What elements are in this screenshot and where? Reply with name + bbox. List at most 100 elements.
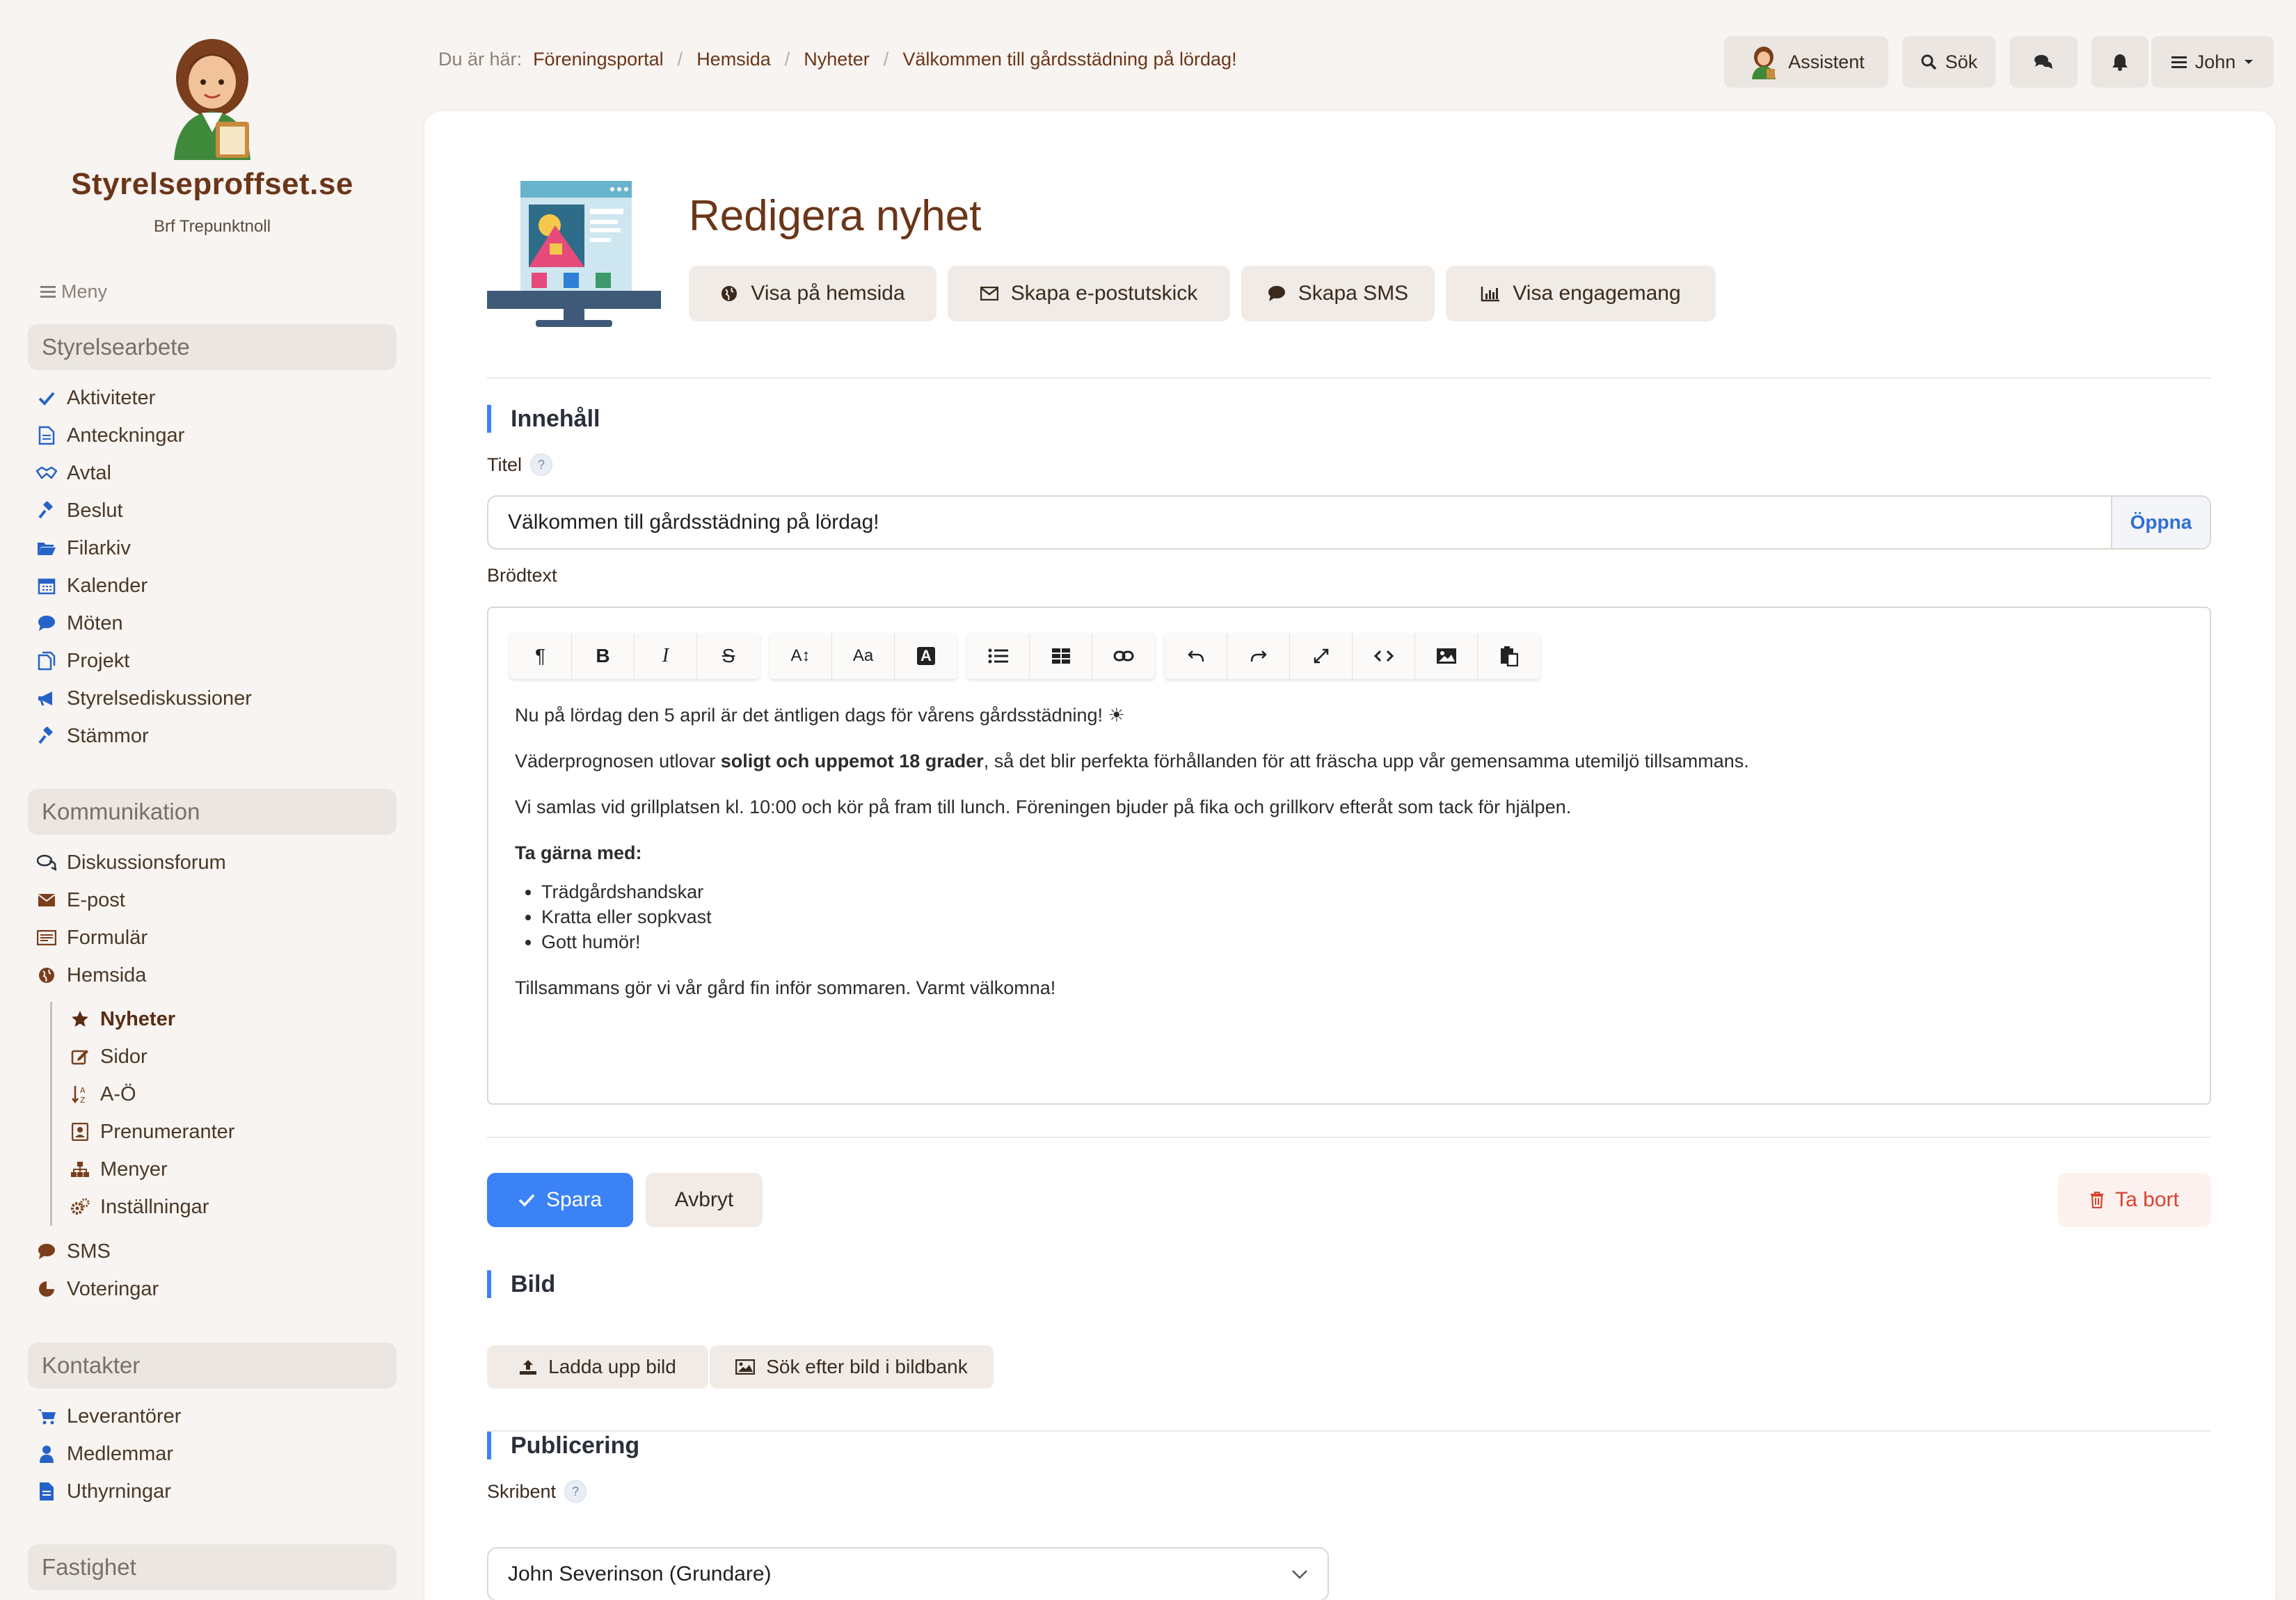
sidebar-item-label: Diskussionsforum — [67, 851, 226, 874]
user-menu-button[interactable]: John — [2151, 36, 2274, 88]
sidebar-item-uthyrningar[interactable]: Uthyrningar — [36, 1476, 171, 1507]
save-button[interactable]: Spara — [487, 1173, 633, 1227]
section-kontakter[interactable]: Kontakter — [28, 1343, 397, 1389]
brand-name[interactable]: Styrelseproffset.se — [0, 167, 424, 202]
toolbar-group-list — [967, 633, 1155, 679]
table-icon[interactable] — [1030, 633, 1092, 679]
view-on-site-button[interactable]: Visa på hemsida — [689, 266, 936, 321]
sidebar-item-sms[interactable]: SMS — [36, 1236, 111, 1267]
section-styrelsearbete[interactable]: Styrelsearbete — [28, 324, 397, 370]
messages-button[interactable] — [2009, 36, 2078, 88]
chat-bubble-icon — [36, 1241, 57, 1262]
breadcrumb-item-hemsida[interactable]: Hemsida — [696, 49, 771, 70]
image-section-title: Bild — [487, 1270, 555, 1298]
bell-icon — [2112, 54, 2128, 71]
assistant-button[interactable]: Assistent — [1724, 36, 1888, 88]
delete-button[interactable]: Ta bort — [2058, 1173, 2211, 1227]
open-button[interactable]: Öppna — [2111, 497, 2210, 548]
bold-icon[interactable]: B — [572, 633, 635, 679]
upload-image-button[interactable]: Ladda upp bild — [487, 1345, 708, 1389]
list-item: Gott humör! — [541, 929, 2171, 954]
author-label-row: Skribent ? — [487, 1480, 587, 1503]
sidebar-item-formular[interactable]: Formulär — [36, 922, 148, 953]
help-icon[interactable]: ? — [564, 1480, 587, 1503]
sidebar-item-moten[interactable]: Möten — [36, 608, 123, 639]
text-color-icon[interactable]: A — [895, 633, 957, 679]
author-select[interactable]: John Severinson (Grundare) — [487, 1547, 1329, 1600]
sidebar-item-projekt[interactable]: Projekt — [36, 646, 129, 676]
sidebar-item-leverantorer[interactable]: Leverantörer — [36, 1401, 181, 1432]
font-family-icon[interactable]: Aa — [832, 633, 895, 679]
hamburger-icon — [40, 283, 56, 301]
sidebar-item-sidor[interactable]: Sidor — [70, 1041, 148, 1072]
assistant-label: Assistent — [1788, 51, 1865, 72]
section-fastighet[interactable]: Fastighet — [28, 1544, 397, 1590]
breadcrumb-item-foreningsportal[interactable]: Föreningsportal — [533, 49, 664, 70]
sidebar: Styrelseproffset.se Brf Trepunktnoll Men… — [0, 0, 424, 1600]
sidebar-item-prenumeranter[interactable]: Prenumeranter — [70, 1117, 234, 1147]
paragraph-icon[interactable]: ¶ — [509, 633, 572, 679]
fullscreen-icon[interactable] — [1290, 633, 1353, 679]
sidebar-item-label: Möten — [67, 611, 123, 634]
comments-icon — [36, 852, 57, 873]
title-input[interactable] — [488, 497, 2111, 548]
help-icon[interactable]: ? — [530, 454, 553, 476]
editor-content[interactable]: Nu på lördag den 5 april är det äntligen… — [515, 703, 2171, 1021]
code-icon[interactable] — [1353, 633, 1415, 679]
cart-icon — [36, 1406, 57, 1427]
list-icon[interactable] — [967, 633, 1030, 679]
section-kommunikation[interactable]: Kommunikation — [28, 789, 397, 835]
strikethrough-icon[interactable]: S — [697, 633, 760, 679]
sidebar-item-label: Aktiviteter — [67, 386, 156, 409]
breadcrumb-item-current: Välkommen till gårdsstädning på lördag! — [902, 49, 1237, 70]
mascot-logo[interactable] — [146, 28, 278, 160]
link-icon[interactable] — [1092, 633, 1155, 679]
sidebar-item-aktiviteter[interactable]: Aktiviteter — [36, 383, 155, 413]
sort-alpha-icon: AZ — [70, 1084, 90, 1105]
sidebar-item-beslut[interactable]: Beslut — [36, 495, 123, 526]
sidebar-item-kalender[interactable]: Kalender — [36, 570, 148, 601]
redo-icon[interactable] — [1227, 633, 1290, 679]
view-engagement-button[interactable]: Visa engagemang — [1446, 266, 1716, 321]
breadcrumb-separator: / — [677, 49, 683, 70]
sidebar-item-label: Projekt — [67, 649, 130, 672]
breadcrumb-item-nyheter[interactable]: Nyheter — [804, 49, 870, 70]
font-size-icon[interactable]: A↕ — [770, 633, 832, 679]
content-section-title: Innehåll — [487, 405, 600, 433]
sidebar-item-label: Uthyrningar — [67, 1480, 171, 1503]
sidebar-item-label: Prenumeranter — [100, 1120, 235, 1143]
create-sms-button[interactable]: Skapa SMS — [1241, 266, 1435, 321]
sidebar-item-medlemmar[interactable]: Medlemmar — [36, 1439, 173, 1469]
rich-text-editor[interactable]: ¶ B I S A↕ Aa A Nu på lördag den 5 april… — [487, 607, 2211, 1105]
sidebar-item-filarkiv[interactable]: Filarkiv — [36, 533, 131, 563]
notifications-button[interactable] — [2091, 36, 2148, 88]
cancel-button[interactable]: Avbryt — [646, 1173, 763, 1227]
sidebar-item-label: Filarkiv — [67, 536, 131, 559]
undo-icon[interactable] — [1165, 633, 1227, 679]
sidebar-item-epost[interactable]: E-post — [36, 885, 125, 915]
sidebar-item-voteringar[interactable]: Voteringar — [36, 1274, 159, 1304]
image-icon[interactable] — [1415, 633, 1478, 679]
megaphone-icon — [36, 688, 57, 709]
sidebar-item-avtal[interactable]: Avtal — [36, 458, 111, 488]
create-email-button[interactable]: Skapa e-postutskick — [948, 266, 1230, 321]
sidebar-item-anteckningar[interactable]: Anteckningar — [36, 420, 184, 451]
sidebar-item-nyheter[interactable]: Nyheter — [70, 1004, 175, 1034]
create-email-label: Skapa e-postutskick — [1010, 282, 1198, 305]
sidebar-item-stammor[interactable]: Stämmor — [36, 721, 149, 751]
sidebar-item-diskussionsforum[interactable]: Diskussionsforum — [36, 847, 226, 878]
menu-toggle[interactable]: Meny — [40, 281, 107, 303]
sidebar-item-menyer[interactable]: Menyer — [70, 1154, 168, 1185]
paste-icon[interactable] — [1478, 633, 1540, 679]
sidebar-item-label: Stämmor — [67, 724, 149, 747]
italic-icon[interactable]: I — [635, 633, 697, 679]
search-image-bank-label: Sök efter bild i bildbank — [766, 1356, 968, 1377]
search-button[interactable]: Sök — [1902, 36, 1995, 88]
sidebar-item-hemsida[interactable]: Hemsida — [36, 960, 146, 991]
sidebar-item-ao[interactable]: AZ A-Ö — [70, 1079, 136, 1110]
publish-section-title: Publicering — [487, 1432, 639, 1459]
sidebar-item-styrelsediskussioner[interactable]: Styrelsediskussioner — [36, 683, 252, 714]
sidebar-item-installningar[interactable]: Inställningar — [70, 1192, 209, 1222]
search-image-bank-button[interactable]: Sök efter bild i bildbank — [710, 1345, 994, 1389]
gavel-icon — [36, 726, 57, 746]
